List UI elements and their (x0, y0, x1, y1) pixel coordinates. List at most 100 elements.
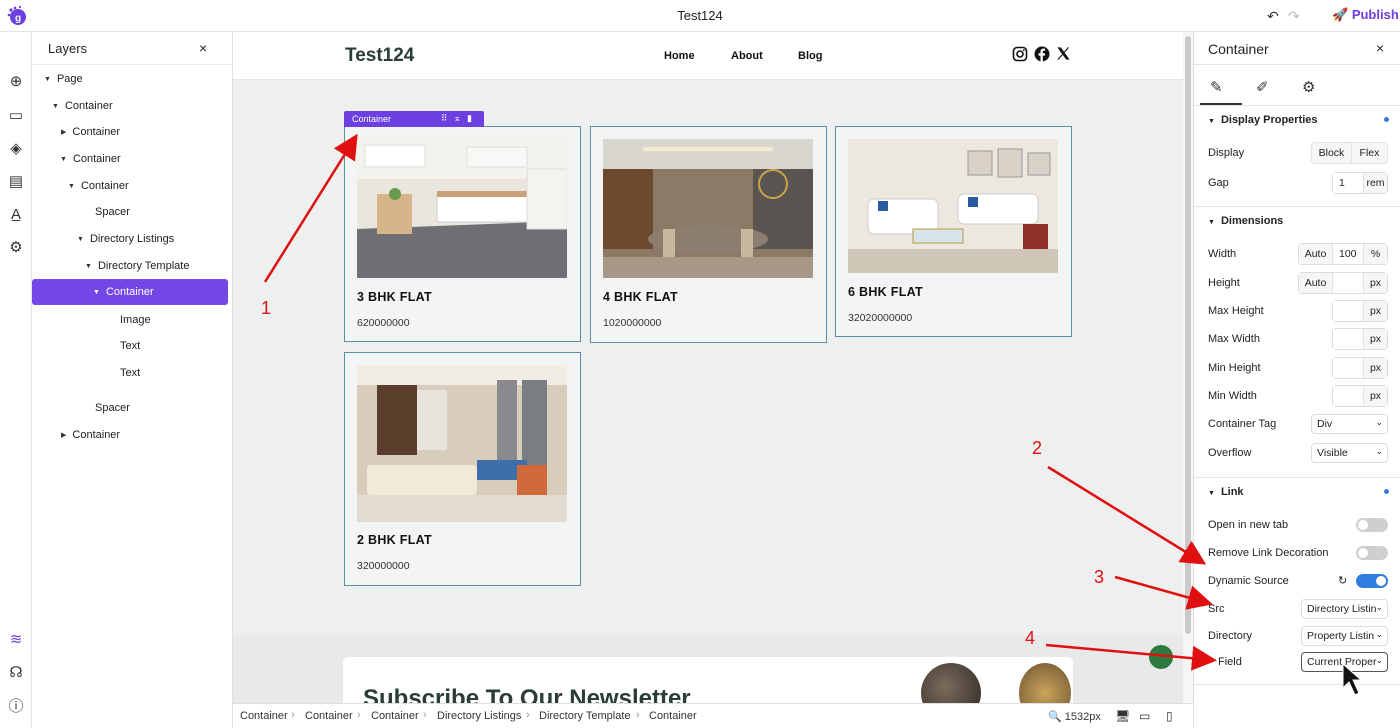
refresh-icon[interactable]: ↻ (1338, 574, 1347, 587)
container-tag-select[interactable]: Div ⌄ (1311, 414, 1388, 434)
pencil-icon[interactable]: ✎ (1210, 78, 1223, 96)
overflow-select[interactable]: Visible ⌄ (1311, 443, 1388, 463)
caret-icon[interactable]: ▼ (52, 103, 59, 110)
layer-item[interactable]: ▼ Container (32, 94, 228, 118)
zoom-readout[interactable]: 🔍 1532px (1048, 710, 1101, 723)
min-width-unit[interactable]: px (1363, 386, 1387, 406)
close-icon[interactable]: × (1376, 40, 1384, 56)
listing-card[interactable]: 2 BHK FLAT 320000000 (344, 352, 581, 586)
layer-item[interactable]: Spacer (32, 396, 228, 420)
max-height-unit[interactable]: px (1363, 301, 1387, 321)
caret-icon[interactable]: ▼ (68, 183, 75, 190)
layer-item-selected[interactable]: ▼ Container (32, 279, 228, 305)
trash-icon[interactable]: ▮ (467, 113, 478, 123)
add-element-icon[interactable]: ⊕ (5, 70, 27, 92)
layer-item[interactable]: ▶ Container (32, 120, 228, 144)
section-display-properties[interactable]: ▼ Display Properties (1208, 114, 1318, 126)
height-input[interactable]: Auto px (1298, 272, 1388, 294)
max-width-unit[interactable]: px (1363, 329, 1387, 349)
max-width-input[interactable]: px (1332, 328, 1388, 350)
min-height-input[interactable]: px (1332, 357, 1388, 379)
pages-icon[interactable]: ▤ (5, 170, 27, 192)
listing-card[interactable]: 4 BHK FLAT 1020000000 (590, 126, 827, 343)
gap-unit[interactable]: rem (1363, 173, 1387, 193)
site-brand[interactable]: Test124 (345, 45, 414, 67)
section-dimensions[interactable]: ▼ Dimensions (1208, 215, 1283, 227)
max-width-value[interactable] (1333, 329, 1363, 349)
canvas-scroll-thumb[interactable] (1185, 36, 1191, 634)
instagram-icon[interactable] (1012, 46, 1028, 62)
breadcrumb-item[interactable]: Directory Template (539, 710, 631, 722)
gap-input[interactable]: 1 rem (1332, 172, 1388, 194)
dynamic-source-toggle[interactable] (1356, 574, 1388, 588)
width-auto[interactable]: Auto (1299, 244, 1333, 264)
nav-home[interactable]: Home (664, 50, 695, 62)
caret-icon[interactable]: ▼ (60, 156, 67, 163)
chat-button[interactable] (1149, 645, 1173, 669)
width-value[interactable]: 100 (1333, 244, 1363, 264)
breadcrumb-item[interactable]: Container (649, 710, 697, 722)
height-auto[interactable]: Auto (1299, 273, 1333, 293)
caret-icon[interactable]: ▼ (44, 76, 51, 83)
gear-icon[interactable]: ⚙ (1302, 78, 1315, 96)
facebook-icon[interactable] (1034, 46, 1050, 62)
layer-item[interactable]: ▼ Directory Template (32, 254, 228, 278)
height-unit[interactable]: px (1363, 273, 1387, 293)
breadcrumb-item[interactable]: Directory Listings (437, 710, 521, 722)
min-height-unit[interactable]: px (1363, 358, 1387, 378)
display-flex-option[interactable]: Flex (1350, 143, 1387, 163)
layer-item[interactable]: Image (32, 308, 228, 332)
breadcrumb-item[interactable]: Container (240, 710, 288, 722)
width-input[interactable]: Auto 100 % (1298, 243, 1388, 265)
breadcrumb-item[interactable]: Container (371, 710, 419, 722)
container-tag[interactable]: Container ⠿⌅▮ (344, 111, 484, 127)
info-icon[interactable]: ⓘ (5, 694, 27, 716)
layer-item[interactable]: ▼ Page (32, 67, 228, 91)
nav-blog[interactable]: Blog (798, 50, 822, 62)
support-icon[interactable]: ☊ (5, 661, 27, 683)
max-height-input[interactable]: px (1332, 300, 1388, 322)
tablet-icon[interactable]: ▭ (1139, 709, 1150, 723)
layer-item[interactable]: ▶ Container (32, 423, 228, 447)
caret-icon[interactable]: ▼ (85, 263, 92, 270)
caret-icon[interactable]: ▶ (61, 128, 66, 136)
x-icon[interactable] (1056, 46, 1071, 61)
caret-icon[interactable]: ▼ (93, 289, 100, 296)
width-unit[interactable]: % (1363, 244, 1387, 264)
layer-item[interactable]: Text (32, 334, 228, 358)
listing-card[interactable]: 3 BHK FLAT 620000000 (344, 126, 581, 342)
mobile-icon[interactable]: ▯ (1166, 709, 1173, 723)
redo-icon[interactable]: ↷ (1288, 8, 1300, 25)
close-icon[interactable]: × (199, 40, 207, 56)
breadcrumb-item[interactable]: Container (305, 710, 353, 722)
layer-item[interactable]: ▼ Directory Listings (32, 227, 228, 251)
display-block-option[interactable]: Block (1312, 143, 1351, 163)
typography-icon[interactable]: A̲ (5, 203, 27, 225)
drag-icon[interactable]: ⠿ (441, 113, 454, 123)
field-select[interactable]: Current Proper ⌄ (1301, 652, 1388, 672)
open-new-tab-toggle[interactable] (1356, 518, 1388, 532)
nav-about[interactable]: About (731, 50, 763, 62)
undo-icon[interactable]: ↶ (1267, 8, 1279, 25)
min-height-value[interactable] (1333, 358, 1363, 378)
layers-icon[interactable]: ≋ (5, 628, 27, 650)
section-link[interactable]: ▼ Link (1208, 486, 1244, 498)
caret-icon[interactable]: ▶ (61, 431, 66, 439)
gap-value[interactable]: 1 (1333, 173, 1363, 193)
section-icon[interactable]: ▭ (5, 104, 27, 126)
layer-item[interactable]: Text (32, 361, 228, 385)
settings-icon[interactable]: ⚙ (5, 236, 27, 258)
layer-item[interactable]: Spacer (32, 200, 228, 224)
height-value[interactable] (1333, 273, 1363, 293)
min-width-value[interactable] (1333, 386, 1363, 406)
max-height-value[interactable] (1333, 301, 1363, 321)
select-parent-icon[interactable]: ⌅ (454, 113, 468, 123)
brush-icon[interactable]: ✐ (1256, 78, 1269, 96)
layer-item[interactable]: ▼ Container (32, 147, 228, 171)
publish-button[interactable]: 🚀 Publish (1332, 7, 1399, 23)
remove-decoration-toggle[interactable] (1356, 546, 1388, 560)
caret-icon[interactable]: ▼ (77, 236, 84, 243)
listing-card[interactable]: 6 BHK FLAT 32020000000 (835, 126, 1072, 337)
min-width-input[interactable]: px (1332, 385, 1388, 407)
layer-item[interactable]: ▼ Container (32, 174, 228, 198)
